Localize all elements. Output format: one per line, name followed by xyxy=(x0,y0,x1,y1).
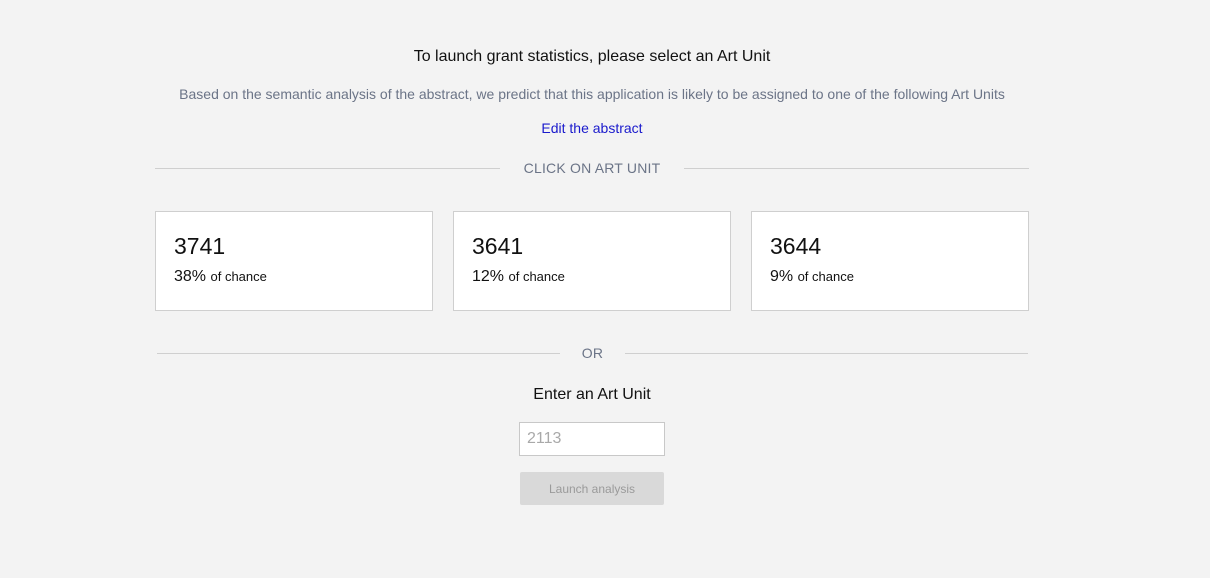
divider-label: OR xyxy=(581,345,604,361)
chance-percent: 12% xyxy=(472,268,505,285)
or-divider: OR xyxy=(157,343,1028,363)
art-unit-card-3741[interactable]: 3741 38% of chance xyxy=(155,211,433,311)
chance-percent: 9% xyxy=(770,268,794,285)
click-on-art-unit-divider: CLICK ON ART UNIT xyxy=(155,158,1029,178)
art-unit-cards: 3741 38% of chance 3641 12% of chance 36… xyxy=(155,211,1029,311)
chance-suffix: of chance xyxy=(210,269,267,284)
page: To launch grant statistics, please selec… xyxy=(0,0,1210,578)
chance-suffix: of chance xyxy=(797,269,854,284)
divider-line-left xyxy=(157,352,560,354)
art-unit-number: 3644 xyxy=(770,233,822,259)
divider-line-right xyxy=(684,167,1029,169)
edit-abstract-container: Edit the abstract xyxy=(0,120,1184,136)
chance-percent: 38% xyxy=(174,268,207,285)
enter-art-unit-label: Enter an Art Unit xyxy=(533,386,651,403)
page-title: To launch grant statistics, please selec… xyxy=(413,48,771,65)
art-unit-card-3644[interactable]: 3644 9% of chance xyxy=(751,211,1029,311)
art-unit-number: 3641 xyxy=(472,233,524,259)
art-unit-number: 3741 xyxy=(174,233,226,259)
art-unit-chance: 12% of chance xyxy=(472,268,712,286)
divider-line-left xyxy=(155,167,500,169)
art-unit-chance: 9% of chance xyxy=(770,268,1010,286)
art-unit-input[interactable] xyxy=(519,422,665,456)
art-unit-card-3641[interactable]: 3641 12% of chance xyxy=(453,211,731,311)
divider-label: CLICK ON ART UNIT xyxy=(523,160,661,176)
edit-abstract-link[interactable]: Edit the abstract xyxy=(541,120,642,136)
chance-suffix: of chance xyxy=(508,269,565,284)
prediction-description: Based on the semantic analysis of the ab… xyxy=(179,86,1005,102)
launch-analysis-button[interactable]: Launch analysis xyxy=(520,472,664,505)
art-unit-chance: 38% of chance xyxy=(174,268,414,286)
divider-line-right xyxy=(625,352,1028,354)
